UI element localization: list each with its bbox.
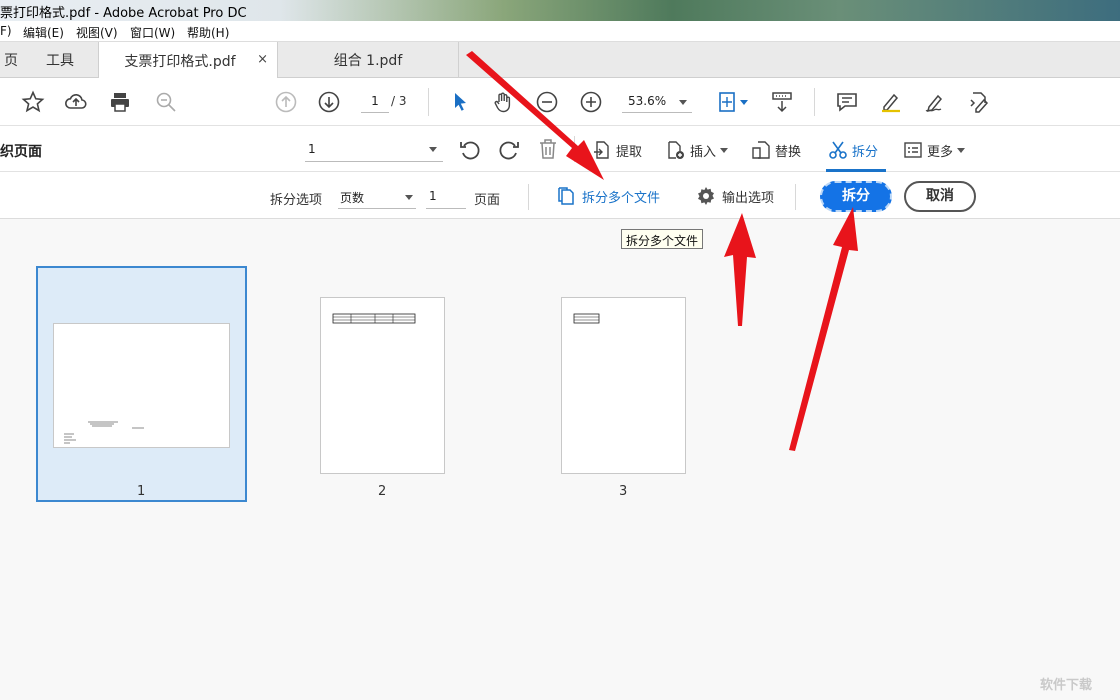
fit-page-icon[interactable]: [716, 90, 740, 114]
tab-document-combined-label: 组合 1.pdf: [333, 53, 403, 69]
page-thumbnail-3[interactable]: [561, 297, 686, 474]
output-options-button[interactable]: 输出选项: [696, 186, 774, 206]
split-tool-button[interactable]: 拆分: [828, 138, 878, 162]
gear-icon: [698, 187, 714, 205]
insert-icon: [668, 141, 684, 159]
tab-close-icon[interactable]: ×: [257, 52, 268, 67]
split-mode-caret-icon[interactable]: [405, 195, 413, 200]
page-thumbnail-2[interactable]: [320, 297, 445, 474]
bookmark-star-icon[interactable]: [21, 90, 45, 114]
split-count-input[interactable]: 1: [426, 185, 466, 209]
menu-bar: F) 编辑(E) 视图(V) 窗口(W) 帮助(H): [0, 21, 1120, 42]
page-2-table: [332, 313, 416, 324]
split-button[interactable]: 拆分: [820, 181, 892, 212]
edit-document-icon[interactable]: [967, 90, 991, 114]
tab-divider: [458, 42, 459, 78]
scroll-mode-icon[interactable]: [770, 90, 794, 114]
tooltip-split-multiple-files: 拆分多个文件: [621, 229, 704, 249]
page-number-3: 3: [619, 484, 628, 499]
output-options-label: 输出选项: [722, 190, 775, 206]
menu-window[interactable]: 窗口(W): [130, 24, 175, 41]
replace-icon: [752, 141, 770, 159]
delete-trash-icon[interactable]: [536, 137, 560, 161]
menu-help[interactable]: 帮助(H): [187, 24, 229, 41]
next-page-icon[interactable]: [317, 90, 341, 114]
scissors-icon: [829, 141, 847, 159]
fit-dropdown-caret-icon[interactable]: [740, 100, 748, 105]
select-cursor-icon[interactable]: [448, 90, 472, 114]
extract-label: 提取: [616, 144, 643, 160]
comment-icon[interactable]: [835, 90, 859, 114]
tab-bar: 页 工具 支票打印格式.pdf × 组合 1.pdf: [0, 42, 1120, 79]
more-button[interactable]: 更多: [903, 138, 966, 162]
organize-pages-title: 织页面: [0, 144, 42, 160]
tab-document-check[interactable]: 支票打印格式.pdf ×: [98, 42, 278, 79]
split-multiple-files-label: 拆分多个文件: [582, 190, 661, 206]
tab-tools[interactable]: 工具: [22, 42, 98, 78]
title-bar: 票打印格式.pdf - Adobe Acrobat Pro DC: [0, 0, 1120, 21]
page-range-select[interactable]: 1: [305, 138, 443, 162]
zoom-search-icon[interactable]: [154, 90, 178, 114]
split-mode-value: 页数: [340, 191, 365, 205]
zoom-in-icon[interactable]: [579, 90, 603, 114]
split-count-value: 1: [429, 189, 437, 203]
extract-button[interactable]: 提取: [592, 138, 642, 162]
zoom-level-value: 53.6%: [628, 94, 667, 108]
cloud-upload-icon[interactable]: [64, 90, 88, 114]
split-divider-2: [795, 184, 796, 210]
more-caret-icon: [957, 147, 966, 153]
tab-document-combined[interactable]: 组合 1.pdf: [278, 42, 458, 78]
zoom-out-icon[interactable]: [535, 90, 559, 114]
page-number-2: 2: [378, 484, 387, 499]
split-tool-label: 拆分: [852, 144, 879, 160]
page-number-1: 1: [137, 484, 146, 499]
rotate-right-icon[interactable]: [497, 137, 521, 161]
multiple-files-icon: [558, 187, 574, 205]
print-icon[interactable]: [108, 90, 132, 114]
insert-button[interactable]: 插入: [666, 138, 729, 162]
page-3-table: [573, 313, 600, 324]
page-thumbnail-1[interactable]: [53, 323, 230, 448]
replace-button[interactable]: 替换: [751, 138, 801, 162]
cancel-button[interactable]: 取消: [904, 181, 976, 212]
rotate-left-icon[interactable]: [458, 137, 482, 161]
tab-tools-label: 工具: [46, 53, 74, 69]
previous-page-icon[interactable]: [274, 90, 298, 114]
insert-label: 插入: [690, 144, 717, 160]
zoom-dropdown-caret-icon[interactable]: [679, 100, 687, 105]
page-range-caret-icon[interactable]: [429, 147, 437, 152]
more-list-icon: [904, 142, 922, 158]
menu-file[interactable]: F): [0, 24, 12, 38]
menu-edit[interactable]: 编辑(E): [23, 24, 64, 41]
insert-caret-icon: [720, 147, 729, 153]
replace-label: 替换: [775, 144, 802, 160]
split-options-label: 拆分选项: [270, 193, 323, 208]
organize-divider: [574, 136, 575, 162]
highlight-pen-icon[interactable]: [879, 90, 903, 114]
extract-icon: [594, 141, 609, 159]
split-unit-label: 页面: [474, 193, 501, 208]
more-label: 更多: [927, 144, 954, 160]
sign-pen-icon[interactable]: [923, 90, 947, 114]
page-1-content: [64, 421, 144, 444]
watermark: 软件下载: [1040, 678, 1093, 693]
page-range-value: 1: [308, 142, 316, 156]
tab-home-label: 页: [4, 53, 18, 69]
tab-document-check-label: 支票打印格式.pdf: [124, 53, 236, 70]
menu-view[interactable]: 视图(V): [76, 24, 118, 41]
split-multiple-files-button[interactable]: 拆分多个文件: [556, 186, 660, 206]
toolbar-divider-2: [814, 88, 815, 116]
tab-home[interactable]: 页: [0, 42, 22, 78]
toolbar-divider: [428, 88, 429, 116]
window-title: 票打印格式.pdf - Adobe Acrobat Pro DC: [0, 6, 247, 21]
hand-tool-icon[interactable]: [491, 90, 515, 114]
page-total: / 3: [391, 94, 407, 108]
page-number-input[interactable]: 1: [361, 91, 389, 113]
split-divider: [528, 184, 529, 210]
